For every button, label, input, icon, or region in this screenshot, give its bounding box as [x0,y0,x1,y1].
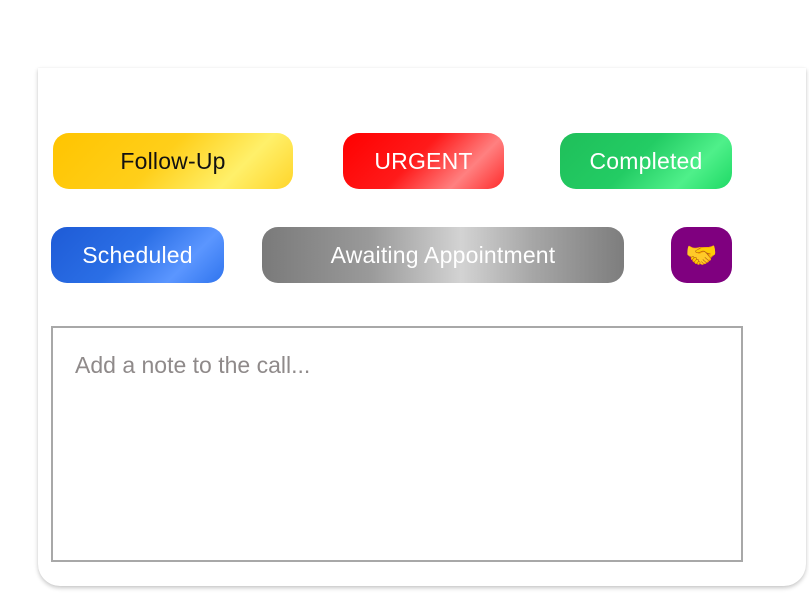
tag-scheduled-button[interactable]: Scheduled [51,227,224,283]
tag-handshake-button[interactable]: 🤝 [671,227,732,283]
tag-awaiting-appointment-button[interactable]: Awaiting Appointment [262,227,624,283]
call-tags-card: Follow-Up URGENT Completed Scheduled Awa… [38,68,806,586]
tag-completed-button[interactable]: Completed [560,133,732,189]
handshake-icon: 🤝 [685,239,718,270]
tag-urgent-button[interactable]: URGENT [343,133,504,189]
tag-follow-up-button[interactable]: Follow-Up [53,133,293,189]
call-note-textarea[interactable] [51,326,743,562]
